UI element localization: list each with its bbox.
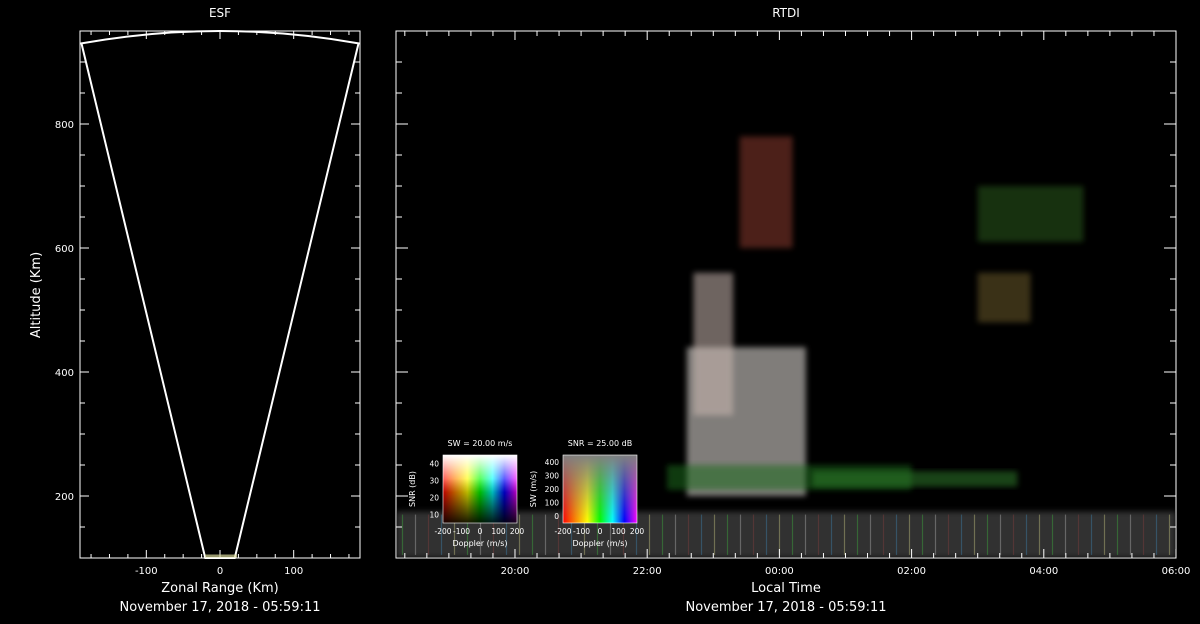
esf-footer: November 17, 2018 - 05:59:11 bbox=[120, 600, 321, 615]
rtdi-echo-region bbox=[812, 471, 1018, 487]
esf-ytick-label: 800 bbox=[55, 120, 74, 131]
legend-ytick-label: 0 bbox=[554, 512, 559, 521]
legend-ytick-label: 400 bbox=[545, 458, 560, 467]
legend-2-x-ticks: -200 -100 0 100 200 bbox=[554, 527, 644, 536]
esf-title: ESF bbox=[209, 6, 231, 20]
rtdi-footer: November 17, 2018 - 05:59:11 bbox=[686, 600, 887, 615]
legend-ytick-label: 200 bbox=[545, 485, 560, 494]
rtdi-title: RTDI bbox=[772, 6, 800, 20]
legend-xtick-label: -200 bbox=[554, 527, 571, 536]
esf-ytick-label: 200 bbox=[55, 492, 74, 503]
rtdi-xtick-label: 20:00 bbox=[501, 566, 530, 577]
legend-1-x-ticks: -200 -100 0 100 200 bbox=[434, 527, 524, 536]
rtdi-xtick-label: 00:00 bbox=[765, 566, 794, 577]
rtdi-echo-region bbox=[739, 136, 793, 248]
rtdi-xtick-label: 06:00 bbox=[1162, 566, 1191, 577]
legend-2-title: SNR = 25.00 dB bbox=[568, 439, 632, 448]
esf-plot-frame bbox=[79, 30, 361, 559]
legend-xtick-label: 100 bbox=[611, 527, 626, 536]
legend-xtick-label: -200 bbox=[434, 527, 451, 536]
rtdi-echo-region bbox=[977, 272, 1031, 323]
legend-xtick-label: 0 bbox=[598, 527, 603, 536]
rtdi-xtick-label: 04:00 bbox=[1029, 566, 1058, 577]
esf-panel: ESF 200 400 600 800 -100 0 100 Altitude (Km) Z… bbox=[29, 6, 361, 615]
esf-xtick-label: 0 bbox=[217, 566, 223, 577]
legend-2-grey-overlay bbox=[563, 455, 637, 523]
legend-1-title: SW = 20.00 m/s bbox=[448, 439, 513, 448]
esf-rtdi-figure: ESF 200400600800-100 0 100 Altitude (Km) Z… bbox=[29, 6, 1191, 615]
legend-2-ylabel: SW (m/s) bbox=[529, 471, 538, 507]
legend-1-ylabel: SNR (dB) bbox=[408, 471, 417, 507]
rtdi-echo-region bbox=[693, 272, 734, 416]
legend-ytick-label: 300 bbox=[545, 471, 560, 480]
rtdi-panel: RTDI 20:00 22:00 00:00 02:00 04:00 06:00 SW =… bbox=[395, 6, 1191, 615]
esf-xlabel: Zonal Range (Km) bbox=[161, 581, 278, 596]
legend-2-xlabel: Doppler (m/s) bbox=[572, 539, 627, 548]
legend-xtick-label: 0 bbox=[478, 527, 483, 536]
legend-xtick-label: -100 bbox=[573, 527, 590, 536]
rtdi-xtick-label: 02:00 bbox=[897, 566, 926, 577]
legend-xtick-label: 200 bbox=[630, 527, 645, 536]
legend-1-xlabel: Doppler (m/s) bbox=[452, 539, 507, 548]
esf-ytick-label: 400 bbox=[55, 368, 74, 379]
rtdi-xlabel: Local Time bbox=[751, 581, 821, 596]
legend-ytick-label: 10 bbox=[429, 511, 439, 520]
legend-ytick-label: 100 bbox=[545, 499, 560, 508]
legend-ytick-label: 20 bbox=[429, 494, 439, 503]
legend-ytick-label: 30 bbox=[429, 477, 439, 486]
legend-xtick-label: -100 bbox=[453, 527, 470, 536]
rtdi-echo-region bbox=[977, 186, 1084, 242]
rtdi-xtick-label: 22:00 bbox=[633, 566, 662, 577]
esf-ytick-label: 600 bbox=[55, 244, 74, 255]
legend-xtick-label: 200 bbox=[510, 527, 525, 536]
legend-ytick-label: 40 bbox=[429, 460, 439, 469]
esf-ylabel: Altitude (Km) bbox=[29, 252, 44, 338]
esf-xtick-label: -100 bbox=[135, 566, 158, 577]
legend-xtick-label: 100 bbox=[491, 527, 506, 536]
legend-1-dark-overlay bbox=[443, 455, 517, 523]
esf-xtick-label: 100 bbox=[284, 566, 303, 577]
